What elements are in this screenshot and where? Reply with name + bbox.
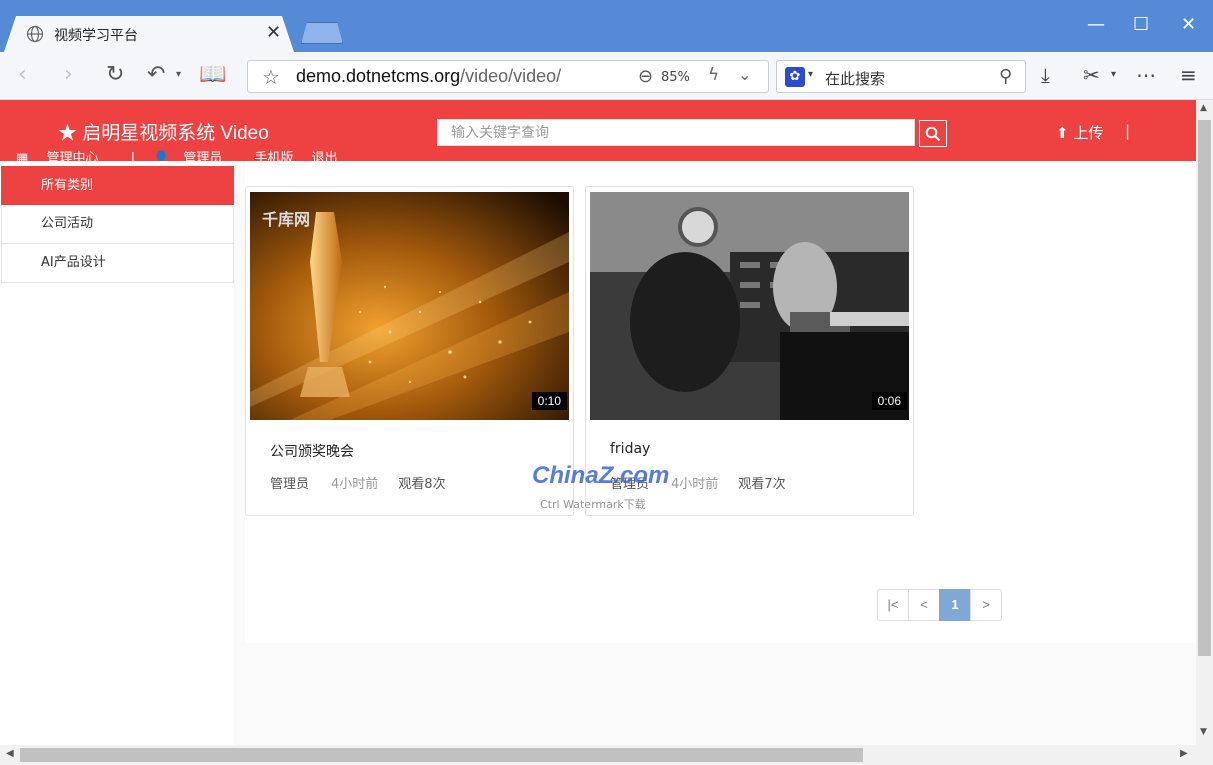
video-thumbnail[interactable]: 千库网 0:10 — [250, 192, 569, 420]
page-first-button[interactable]: |< — [877, 589, 909, 621]
back-icon[interactable]: ‹ — [18, 62, 27, 87]
site-search-button[interactable] — [919, 120, 947, 147]
baidu-paw-icon[interactable]: ✿ — [785, 67, 805, 87]
image-watermark: ChinaZ.com — [532, 462, 670, 489]
video-card[interactable]: 千库网 0:10 公司颁奖晚会 管理员 4小时前 观看8次 — [245, 186, 574, 516]
sidebar-item-ai-design[interactable]: AI产品设计 — [1, 244, 234, 283]
url-text[interactable]: demo.dotnetcms.org/video/video/ — [296, 66, 561, 87]
video-time: 4小时前 — [671, 477, 719, 492]
download-icon[interactable]: ⤓ — [1041, 63, 1050, 87]
tab-close-icon[interactable]: ✕ — [266, 22, 281, 43]
search-icon[interactable]: ⚲ — [999, 66, 1012, 87]
image-watermark-sub: Ctrl Watermark下载 — [540, 498, 646, 511]
browser-search-placeholder: 在此搜索 — [825, 70, 886, 88]
thumbnail-watermark: 千库网 — [262, 210, 311, 229]
maximize-icon[interactable]: ☐ — [1133, 14, 1149, 35]
browser-tab[interactable]: 视频学习平台 ✕ — [4, 16, 294, 52]
scroll-right-icon[interactable]: ▶ — [1180, 748, 1188, 759]
page-current-button[interactable]: 1 — [939, 589, 971, 621]
refresh-icon[interactable]: ↻ — [106, 62, 124, 87]
reading-mode-icon[interactable]: 📖 — [199, 62, 226, 87]
pagination: |< < 1 > — [877, 589, 1002, 621]
site-search-box[interactable] — [437, 119, 915, 146]
more-icon[interactable]: ⋯ — [1136, 63, 1156, 87]
sidebar-item-all[interactable]: 所有类别 — [1, 166, 234, 205]
video-time: 4小时前 — [331, 477, 379, 492]
minimize-icon[interactable]: — — [1087, 14, 1105, 35]
undo-close-tab-icon[interactable]: ↶ — [147, 62, 165, 87]
zoom-level[interactable]: 85% — [661, 70, 690, 85]
upload-icon: ⬆ — [1056, 124, 1069, 142]
globe-icon — [26, 25, 44, 43]
browser-toolbar: ‹ › ↻ ↶ ▾ 📖 ☆ demo.dotnetcms.org/video/v… — [0, 52, 1213, 100]
video-author: 管理员 — [270, 477, 310, 492]
vertical-scrollbar[interactable]: ▲ ▼ — [1196, 100, 1213, 745]
scrollbar-corner — [1196, 745, 1213, 765]
video-list: 千库网 0:10 公司颁奖晚会 管理员 4小时前 观看8次 0:06 frida… — [245, 161, 1196, 643]
video-views: 观看7次 — [738, 477, 786, 492]
category-sidebar: 所有类别 公司活动 AI产品设计 — [0, 161, 234, 745]
window-close-icon[interactable]: ✕ — [1181, 14, 1196, 35]
zoom-out-icon[interactable]: ⊖ — [638, 66, 653, 87]
site-logo[interactable]: ★ 启明星视频系统 Video — [58, 118, 269, 145]
header-separator: | — [1125, 122, 1131, 140]
video-title[interactable]: 公司颁奖晚会 — [270, 441, 354, 461]
video-meta: 管理员 4小时前 观看8次 — [270, 473, 446, 492]
video-views: 观看8次 — [398, 477, 446, 492]
page-viewport: ★ 启明星视频系统 Video ⬆ 上传 | ▦ 管理中心 | 👤管理员 手机版… — [0, 100, 1196, 745]
site-header: ★ 启明星视频系统 Video ⬆ 上传 | ▦ 管理中心 | 👤管理员 手机版… — [0, 100, 1196, 166]
menu-icon[interactable]: ≡ — [1180, 63, 1197, 87]
bookmark-star-icon[interactable]: ☆ — [262, 65, 280, 89]
scissors-icon[interactable]: ✂ — [1083, 63, 1100, 87]
page-prev-button[interactable]: < — [908, 589, 940, 621]
search-icon — [925, 126, 941, 142]
scissors-dropdown-icon[interactable]: ▾ — [1111, 69, 1116, 80]
film-thumbnail-image — [590, 192, 909, 420]
browser-search-box[interactable]: ✿ ▾ 在此搜索 ⚲ — [776, 60, 1026, 93]
video-thumbnail[interactable]: 0:06 — [590, 192, 909, 420]
sidebar-item-company-events[interactable]: 公司活动 — [1, 205, 234, 244]
scroll-up-icon[interactable]: ▲ — [1200, 103, 1207, 113]
scroll-down-icon[interactable]: ▼ — [1200, 727, 1207, 737]
new-tab-button[interactable] — [301, 22, 343, 44]
vertical-scroll-thumb[interactable] — [1198, 120, 1211, 656]
horizontal-scrollbar[interactable]: ◀ ▶ — [0, 745, 1196, 765]
forward-icon[interactable]: › — [64, 62, 73, 87]
horizontal-scroll-thumb[interactable] — [20, 748, 863, 762]
address-dropdown-icon[interactable]: ⌄ — [738, 65, 751, 84]
tab-title: 视频学习平台 — [54, 28, 138, 44]
chevron-down-icon[interactable]: ▾ — [176, 69, 181, 80]
upload-link[interactable]: ⬆ 上传 — [1056, 122, 1103, 143]
site-search-input[interactable] — [438, 120, 914, 145]
video-duration: 0:06 — [871, 392, 907, 410]
upload-label: 上传 — [1073, 124, 1104, 142]
video-duration: 0:10 — [531, 392, 567, 410]
page-next-button[interactable]: > — [970, 589, 1002, 621]
engine-dropdown-icon[interactable]: ▾ — [808, 69, 813, 80]
lightning-icon[interactable]: ϟ — [708, 65, 719, 85]
scroll-left-icon[interactable]: ◀ — [6, 748, 14, 759]
browser-tab-bar: 视频学习平台 ✕ — ☐ ✕ — [0, 0, 1213, 52]
address-bar[interactable]: ☆ demo.dotnetcms.org/video/video/ ⊖ 85% … — [247, 60, 769, 93]
video-title[interactable]: friday — [610, 441, 650, 457]
